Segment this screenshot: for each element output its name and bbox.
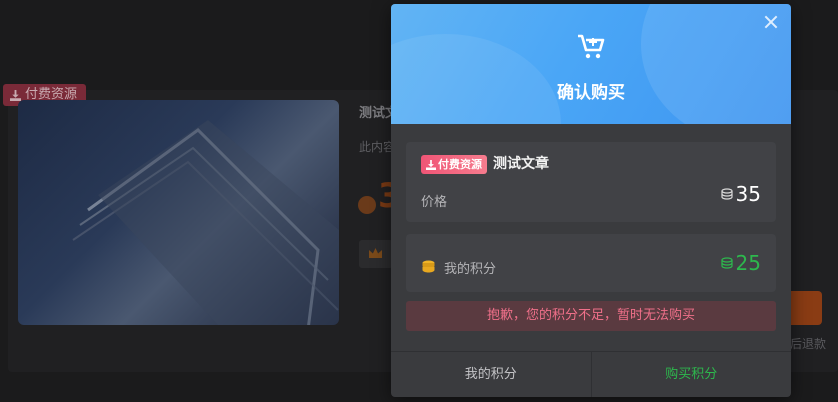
points-number: 25: [735, 251, 761, 275]
download-icon: [426, 159, 436, 170]
coin-icon: [422, 260, 435, 273]
modal-header: 确认购买: [391, 4, 791, 124]
coin-icon: [358, 196, 376, 214]
article-thumbnail[interactable]: [18, 100, 339, 325]
purchase-modal: 确认购买 付费资源 测试文章 价格 35 我的积分 25 抱歉，您的积分不足，暂…: [391, 4, 791, 397]
price-number: 35: [735, 182, 761, 206]
crown-icon: [369, 248, 382, 258]
points-value: 25: [720, 251, 761, 275]
close-icon[interactable]: [763, 14, 779, 30]
background-refund-note: 后退款: [790, 337, 827, 351]
coin-icon: [720, 257, 733, 269]
modal-title: 确认购买: [557, 83, 625, 103]
article-price-box: 付费资源 测试文章 价格 35: [406, 142, 776, 222]
download-icon: [10, 89, 21, 101]
insufficient-points-warning: 抱歉，您的积分不足，暂时无法购买: [406, 301, 776, 331]
vip-badge[interactable]: [359, 240, 393, 268]
article-name: 测试文章: [493, 156, 549, 172]
cart-icon: [578, 34, 605, 59]
background-article-desc: 此内容: [359, 140, 396, 154]
article-tag-label: 付费资源: [438, 158, 482, 171]
coin-icon: [720, 188, 733, 200]
price-value: 35: [720, 182, 761, 206]
background-buy-button[interactable]: [790, 291, 822, 325]
modal-footer: 我的积分 购买积分: [391, 351, 791, 397]
article-tag: 付费资源: [421, 155, 487, 174]
buy-points-button[interactable]: 购买积分: [592, 352, 792, 397]
points-label: 我的积分: [444, 262, 497, 277]
my-points-button[interactable]: 我的积分: [391, 352, 592, 397]
my-points-box: 我的积分 25: [406, 234, 776, 292]
price-label: 价格: [421, 195, 448, 210]
